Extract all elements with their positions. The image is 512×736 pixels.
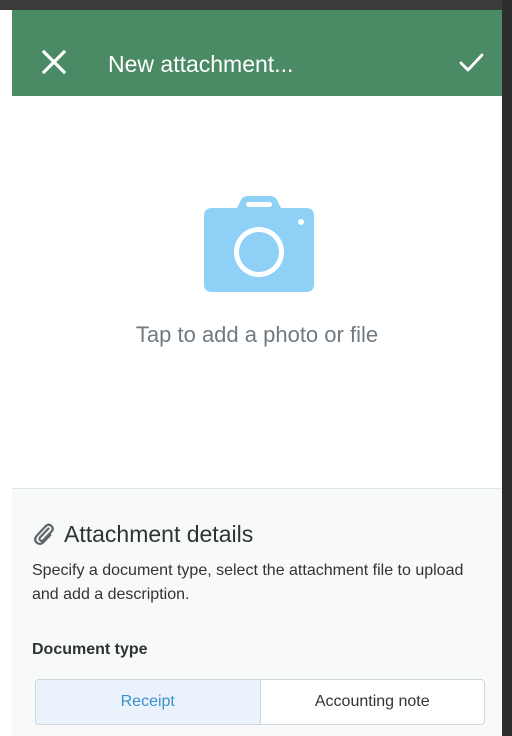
add-photo-area[interactable]: Tap to add a photo or file [12,96,502,489]
close-button[interactable] [38,46,70,78]
camera-icon [204,196,314,292]
confirm-button[interactable] [456,48,486,78]
details-title: Attachment details [64,520,254,547]
left-frame [0,10,12,736]
details-description: Specify a document type, select the atta… [32,562,464,603]
page-title: New attachment... [108,51,294,77]
document-type-label: Document type [32,641,148,658]
app-bar: New attachment... [12,10,502,96]
details-header: Attachment details [32,519,253,549]
attachment-details-section: Attachment details Specify a document ty… [12,489,502,736]
close-icon [41,49,67,75]
screen: New attachment... Tap to add a photo or … [12,10,502,736]
top-frame [0,0,512,10]
paperclip-icon [34,523,54,545]
document-type-receipt[interactable]: Receipt [36,680,260,724]
right-frame [502,0,512,736]
document-type-selector: Receipt Accounting note [35,679,485,725]
checkmark-icon [459,53,484,72]
add-photo-prompt: Tap to add a photo or file [135,322,379,347]
document-type-accounting-note[interactable]: Accounting note [259,680,484,724]
